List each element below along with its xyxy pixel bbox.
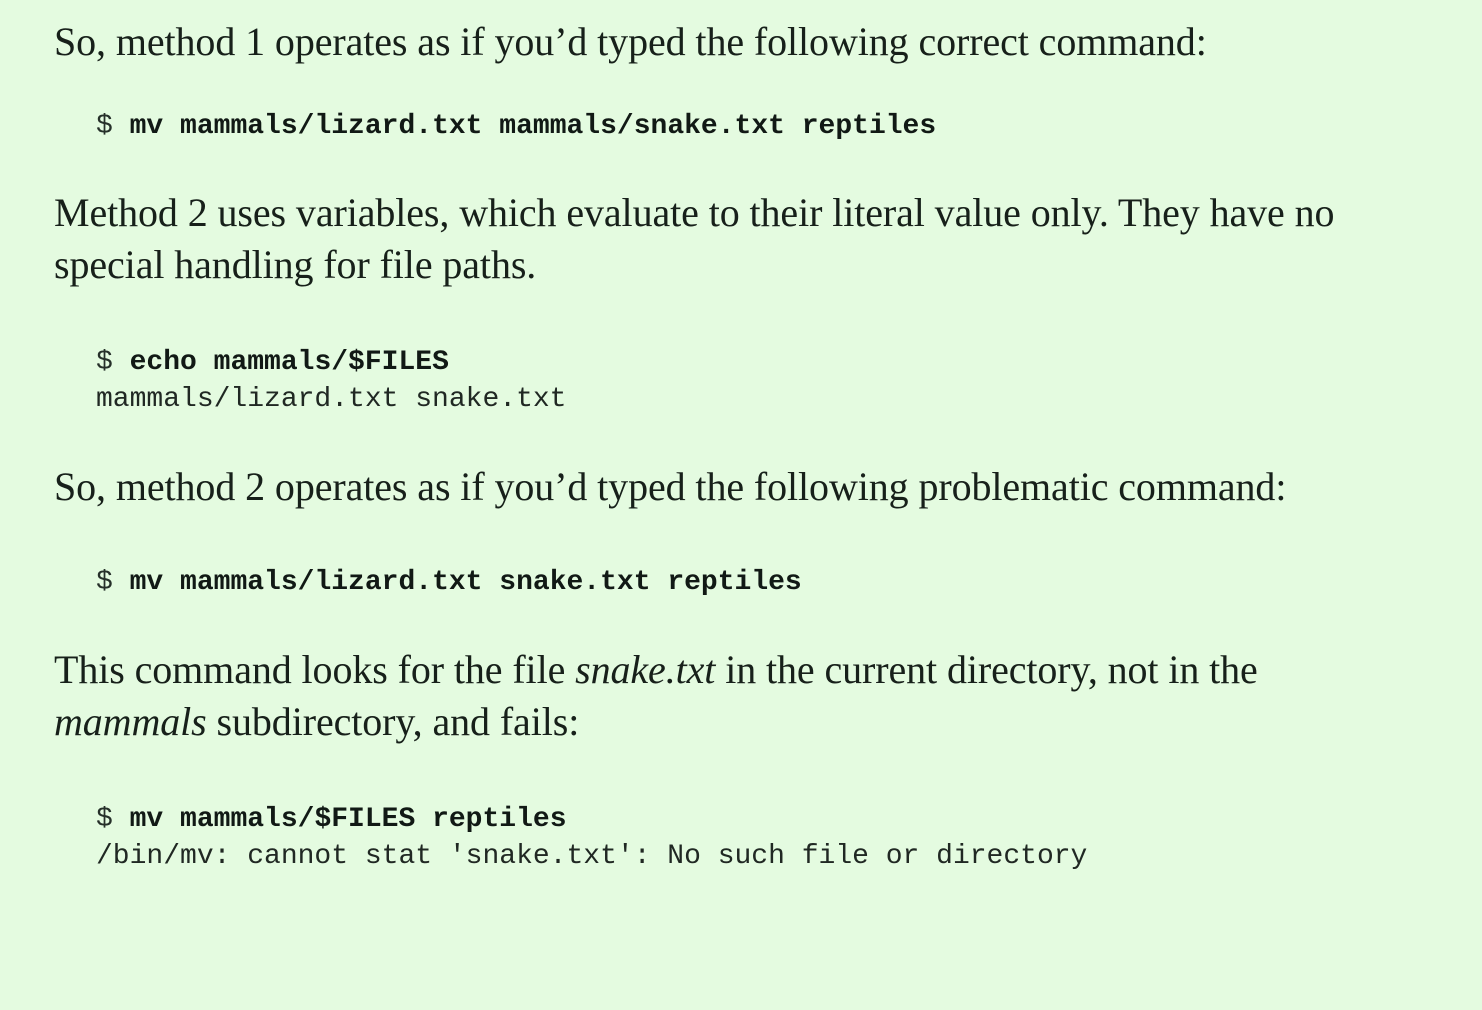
paragraph-text: subdirectory, and fails: (206, 699, 580, 744)
shell-command: mv mammals/lizard.txt mammals/snake.txt … (129, 111, 937, 142)
shell-command: echo mammals/$FILES (129, 347, 449, 378)
shell-error-output: /bin/mv: cannot stat 'snake.txt': No suc… (96, 841, 1088, 872)
shell-prompt: $ (96, 347, 113, 378)
shell-command: mv mammals/lizard.txt snake.txt reptiles (129, 567, 802, 598)
shell-output: mammals/lizard.txt snake.txt (96, 384, 567, 415)
shell-prompt: $ (96, 567, 113, 598)
shell-prompt: $ (96, 804, 113, 835)
code-block-echo-files: $ echo mammals/$FILES mammals/lizard.txt… (54, 344, 1482, 418)
paragraph-text: This command looks for the file (54, 647, 576, 692)
paragraph-text: So, method 1 operates as if you’d typed … (54, 19, 1207, 64)
shell-command: mv mammals/$FILES reptiles (129, 804, 567, 835)
code-block-method-2-command: $ mv mammals/lizard.txt snake.txt reptil… (54, 564, 1482, 601)
document-page: So, method 1 operates as if you’d typed … (0, 0, 1482, 1010)
code-block-method-1-command: $ mv mammals/lizard.txt mammals/snake.tx… (54, 108, 1482, 145)
filename-emphasis: snake.txt (575, 647, 716, 692)
paragraph-text: in the current directory, not in the (715, 647, 1258, 692)
paragraph-text: So, method 2 operates as if you’d typed … (54, 464, 1287, 509)
paragraph-failure-explanation: This command looks for the file snake.tx… (54, 644, 1354, 748)
paragraph-text: Method 2 uses variables, which evaluate … (54, 190, 1335, 287)
paragraph-method-1-summary: So, method 1 operates as if you’d typed … (54, 16, 1354, 68)
paragraph-method-2-variables: Method 2 uses variables, which evaluate … (54, 187, 1354, 291)
shell-prompt: $ (96, 111, 113, 142)
code-block-failed-mv: $ mv mammals/$FILES reptiles /bin/mv: ca… (54, 801, 1482, 875)
directory-emphasis: mammals (54, 699, 207, 744)
paragraph-method-2-summary: So, method 2 operates as if you’d typed … (54, 461, 1354, 513)
